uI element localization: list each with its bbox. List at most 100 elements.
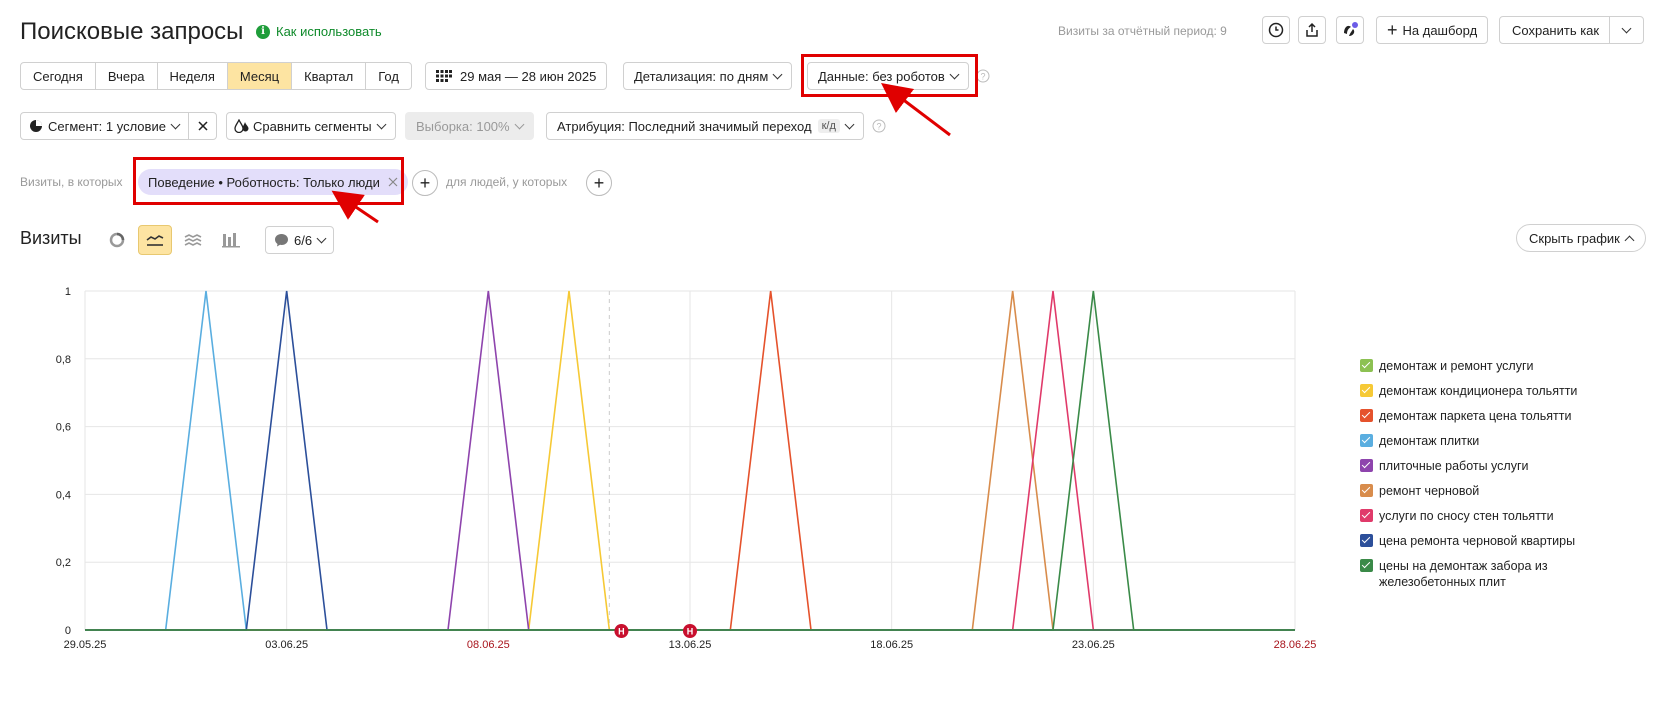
attribution-dropdown[interactable]: Атрибуция: Последний значимый переход к/… [546, 112, 864, 140]
save-as-button[interactable]: Сохранить как [1499, 16, 1644, 44]
save-as-dropdown[interactable] [1609, 17, 1643, 43]
segment-dropdown[interactable]: Сегмент: 1 условие [20, 112, 217, 140]
save-as-label: Сохранить как [1512, 22, 1600, 38]
area-chart-icon [184, 234, 202, 246]
x-tick-label: 08.06.25 [467, 639, 510, 651]
period-month[interactable]: Месяц [227, 63, 293, 89]
chevron-down-icon [844, 119, 855, 129]
visits-filter-label: Визиты, в которых [20, 175, 123, 189]
plus-icon: + [1387, 20, 1398, 40]
series-count-label: 6/6 [294, 232, 313, 248]
legend-checkbox-icon[interactable] [1360, 459, 1373, 472]
history-button[interactable] [1262, 16, 1290, 44]
bar-chart-icon [222, 233, 240, 248]
x-tick-label: 23.06.25 [1072, 639, 1115, 651]
legend-item[interactable]: демонтаж паркета цена тольятти [1360, 408, 1660, 424]
legend-item[interactable]: ремонт черновой [1360, 483, 1660, 499]
legend-checkbox-icon[interactable] [1360, 409, 1373, 422]
legend-checkbox-icon[interactable] [1360, 484, 1373, 497]
legend-item[interactable]: демонтаж плитки [1360, 433, 1660, 449]
period-selector: Сегодня Вчера Неделя Месяц Квартал Год [20, 62, 412, 90]
page-title: Поисковые запросы [20, 18, 244, 45]
legend-checkbox-icon[interactable] [1360, 559, 1373, 572]
plus-icon: + [593, 172, 605, 193]
legend-label: демонтаж и ремонт услуги [1379, 359, 1534, 373]
series-selector-dropdown[interactable]: 6/6 [265, 226, 335, 254]
legend-checkbox-icon[interactable] [1360, 359, 1373, 372]
annotation-marker-label: Н [687, 627, 694, 637]
add-people-condition-button[interactable]: + [586, 170, 612, 196]
view-bar-button[interactable] [214, 225, 248, 255]
period-today[interactable]: Сегодня [21, 63, 96, 89]
y-tick-label: 0,4 [56, 489, 71, 501]
period-year[interactable]: Год [366, 63, 411, 89]
line-chart-icon [146, 235, 164, 246]
hide-chart-button[interactable]: Скрыть график [1516, 224, 1646, 252]
share-icon [1306, 22, 1318, 37]
clock-icon [1268, 22, 1284, 38]
pie-icon [30, 120, 42, 132]
arrow-to-data-filter [881, 82, 951, 137]
drops-icon [234, 119, 249, 133]
legend-item[interactable]: демонтаж кондиционера тольятти [1360, 383, 1660, 399]
line-chart: 0 0,2 0,4 0,6 0,8 1 29.05.25 03.06.25 08.06.25 13… [56, 286, 1317, 651]
calendar-icon [436, 70, 452, 82]
legend-item[interactable]: демонтаж и ремонт услуги [1360, 358, 1660, 374]
compare-segments-dropdown[interactable]: Сравнить сегменты [226, 112, 396, 140]
detail-label: Детализация: по дням [634, 68, 769, 84]
legend-label: плиточные работы услуги [1379, 459, 1529, 473]
y-tick-label: 1 [65, 286, 71, 298]
sample-label: Выборка: 100% [416, 118, 510, 134]
svg-text:?: ? [876, 122, 881, 132]
legend-item[interactable]: цена ремонта черновой квартиры [1360, 533, 1660, 549]
date-range-picker[interactable]: 29 мая — 28 июн 2025 [425, 62, 608, 90]
legend-item[interactable]: услуги по сносу стен тольятти [1360, 508, 1660, 524]
attribution-label: Атрибуция: Последний значимый переход [557, 118, 812, 134]
legend-label: услуги по сносу стен тольятти [1379, 509, 1554, 523]
y-tick-label: 0,6 [56, 422, 71, 434]
annotation-marker-label: Н [618, 627, 625, 637]
legend-item[interactable]: цены на демонтаж забора из железобетонны… [1360, 558, 1660, 590]
legend-item[interactable]: плиточные работы услуги [1360, 458, 1660, 474]
assistant-button[interactable] [1336, 16, 1364, 44]
plus-icon: + [419, 172, 431, 193]
view-pie-button[interactable] [100, 225, 134, 255]
period-quarter[interactable]: Квартал [292, 63, 367, 89]
attribution-badge: к/д [817, 119, 840, 133]
y-tick-label: 0,8 [56, 354, 71, 366]
to-dashboard-button[interactable]: + На дашборд [1376, 16, 1489, 44]
chevron-down-icon [170, 119, 181, 129]
how-to-use-link[interactable]: i Как использовать [256, 24, 382, 39]
date-range-label: 29 мая — 28 июн 2025 [460, 68, 597, 84]
x-tick-label: 13.06.25 [669, 639, 712, 651]
period-yesterday[interactable]: Вчера [96, 63, 158, 89]
help-icon[interactable]: ? [976, 69, 990, 83]
legend-label: демонтаж паркета цена тольятти [1379, 409, 1572, 423]
legend-checkbox-icon[interactable] [1360, 534, 1373, 547]
legend-checkbox-icon[interactable] [1360, 384, 1373, 397]
close-icon [197, 121, 208, 131]
period-week[interactable]: Неделя [158, 63, 228, 89]
segment-clear-button[interactable] [188, 113, 216, 139]
export-button[interactable] [1298, 16, 1326, 44]
legend-checkbox-icon[interactable] [1360, 434, 1373, 447]
legend-label: цена ремонта черновой квартиры [1379, 534, 1576, 548]
detail-dropdown[interactable]: Детализация: по дням [623, 62, 793, 90]
sample-dropdown[interactable]: Выборка: 100% [405, 112, 534, 140]
hide-chart-label: Скрыть график [1529, 230, 1620, 246]
chevron-up-icon [1624, 235, 1635, 245]
section-title: Визиты [20, 228, 82, 248]
chevron-down-icon [1621, 23, 1632, 33]
view-area-button[interactable] [176, 225, 210, 255]
legend-label: ремонт черновой [1379, 484, 1480, 498]
add-visit-condition-button[interactable]: + [412, 170, 438, 196]
x-tick-label: 28.06.25 [1274, 639, 1317, 651]
to-dashboard-label: На дашборд [1402, 22, 1478, 38]
legend-label: демонтаж плитки [1379, 434, 1480, 448]
help-icon[interactable]: ? [872, 119, 886, 133]
y-tick-label: 0,2 [56, 557, 71, 569]
view-line-button[interactable] [138, 225, 172, 255]
y-tick-label: 0 [65, 625, 71, 637]
x-tick-label: 03.06.25 [265, 639, 308, 651]
legend-checkbox-icon[interactable] [1360, 509, 1373, 522]
